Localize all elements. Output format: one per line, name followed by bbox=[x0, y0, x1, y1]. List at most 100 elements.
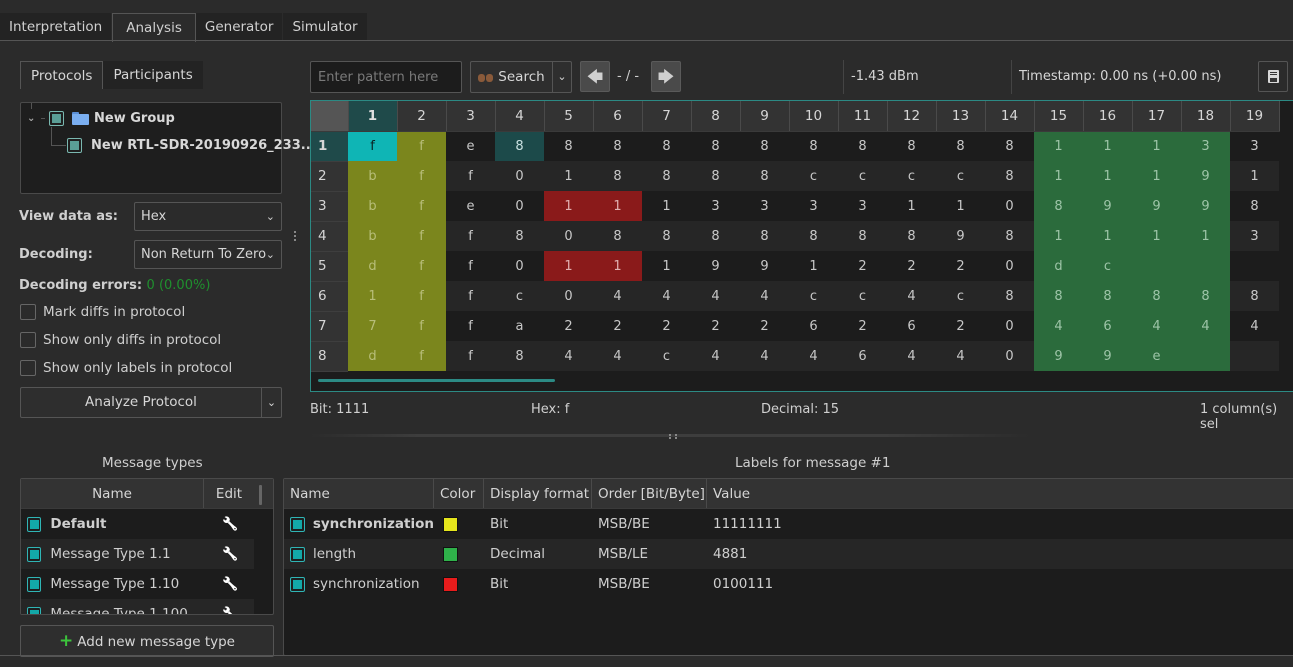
table-cell[interactable]: 4 bbox=[691, 281, 740, 311]
table-cell[interactable]: 2 bbox=[544, 311, 593, 341]
search-button[interactable]: Search bbox=[471, 62, 553, 92]
table-cell[interactable]: 8 bbox=[1034, 281, 1083, 311]
table-cell[interactable]: 8 bbox=[593, 161, 642, 191]
row-header[interactable]: 6 bbox=[311, 281, 348, 312]
protocol-tree[interactable]: ⌄ New Group New RTL-SDR-20190926_233... bbox=[20, 102, 316, 194]
table-cell[interactable]: 8 bbox=[838, 131, 887, 161]
table-cell[interactable]: f bbox=[348, 131, 397, 161]
message-type-row[interactable]: Message Type 1.100 🔧 bbox=[21, 599, 254, 614]
column-header[interactable]: 18 bbox=[1181, 101, 1231, 132]
tab-analysis[interactable]: Analysis bbox=[112, 13, 196, 42]
table-cell[interactable]: 9 bbox=[1181, 191, 1230, 221]
column-header[interactable]: 13 bbox=[936, 101, 986, 132]
color-swatch[interactable] bbox=[443, 576, 458, 592]
message-types-table[interactable]: Name Edit Default 🔧 Message Type 1.1 🔧 Messa… bbox=[20, 478, 274, 615]
table-row[interactable]: 61ffc04444cc4c888888 bbox=[311, 281, 1279, 312]
table-cell[interactable] bbox=[1230, 341, 1279, 371]
column-header[interactable]: 2 bbox=[397, 101, 447, 132]
table-cell[interactable]: 1 bbox=[1132, 221, 1181, 251]
table-cell[interactable]: 7 bbox=[348, 311, 397, 341]
table-cell[interactable]: 4 bbox=[593, 341, 642, 371]
table-cell[interactable]: 8 bbox=[740, 221, 789, 251]
search-mode-dropdown[interactable]: ⌄ bbox=[553, 62, 571, 92]
table-cell[interactable]: 8 bbox=[838, 221, 887, 251]
column-header[interactable]: 10 bbox=[789, 101, 839, 132]
table-cell[interactable]: 8 bbox=[740, 131, 789, 161]
wrench-icon[interactable]: 🔧 bbox=[206, 547, 254, 562]
table-cell[interactable]: 4 bbox=[1132, 311, 1181, 341]
table-cell[interactable]: 4 bbox=[544, 341, 593, 371]
label-order[interactable]: MSB/BE bbox=[592, 516, 707, 532]
tab-simulator[interactable]: Simulator bbox=[283, 13, 368, 41]
table-cell[interactable]: 8 bbox=[1083, 281, 1132, 311]
column-header[interactable]: 1 bbox=[348, 101, 398, 132]
splitter-grip[interactable] bbox=[669, 434, 677, 437]
label-color-cell[interactable] bbox=[434, 576, 484, 592]
view-data-as-select[interactable]: Hex ⌄ bbox=[134, 202, 282, 231]
table-cell[interactable]: 8 bbox=[887, 221, 936, 251]
table-cell[interactable]: 8 bbox=[1181, 281, 1230, 311]
table-cell[interactable]: 6 bbox=[838, 341, 887, 371]
table-cell[interactable]: d bbox=[348, 341, 397, 371]
table-cell[interactable]: 4 bbox=[789, 341, 838, 371]
table-cell[interactable] bbox=[1181, 341, 1230, 371]
message-type-checkbox[interactable] bbox=[27, 546, 42, 562]
label-row[interactable]: synchronization Bit MSB/BE 0100111 bbox=[284, 569, 1293, 599]
table-cell[interactable]: d bbox=[1034, 251, 1083, 281]
horizontal-scrollbar[interactable] bbox=[318, 379, 555, 382]
table-row[interactable]: 2bff018888cccc811191 bbox=[311, 161, 1279, 192]
column-header[interactable]: 8 bbox=[691, 101, 741, 132]
column-header[interactable]: 15 bbox=[1034, 101, 1084, 132]
table-cell[interactable]: 4 bbox=[740, 341, 789, 371]
table-cell[interactable]: 0 bbox=[495, 251, 544, 281]
table-cell[interactable]: 0 bbox=[544, 281, 593, 311]
table-cell[interactable]: 2 bbox=[838, 311, 887, 341]
next-result-button[interactable]: 🡆 bbox=[651, 61, 681, 92]
table-cell[interactable]: 4 bbox=[642, 281, 691, 311]
message-type-row[interactable]: Message Type 1.1 🔧 bbox=[21, 539, 254, 569]
table-cell[interactable]: 1 bbox=[544, 161, 593, 191]
table-cell[interactable]: 0 bbox=[495, 161, 544, 191]
table-cell[interactable]: 1 bbox=[593, 191, 642, 221]
table-cell[interactable]: 8 bbox=[789, 221, 838, 251]
table-cell[interactable]: 8 bbox=[1230, 191, 1279, 221]
table-cell[interactable]: 9 bbox=[1083, 191, 1132, 221]
table-cell[interactable]: 1 bbox=[1083, 221, 1132, 251]
table-cell[interactable]: 8 bbox=[495, 131, 544, 161]
table-cell[interactable]: 8 bbox=[642, 221, 691, 251]
table-cell[interactable]: 1 bbox=[593, 251, 642, 281]
table-cell[interactable]: 8 bbox=[985, 161, 1034, 191]
column-header-name[interactable]: Name bbox=[21, 479, 204, 508]
table-cell[interactable]: 8 bbox=[1132, 281, 1181, 311]
save-protocol-button[interactable] bbox=[1258, 61, 1288, 92]
table-cell[interactable]: f bbox=[397, 221, 446, 251]
table-cell[interactable]: d bbox=[348, 251, 397, 281]
table-cell[interactable]: 1 bbox=[1230, 161, 1279, 191]
label-name-cell[interactable]: synchronization bbox=[284, 516, 434, 532]
table-cell[interactable]: 8 bbox=[495, 221, 544, 251]
table-cell[interactable]: 2 bbox=[691, 311, 740, 341]
table-cell[interactable]: 2 bbox=[936, 311, 985, 341]
table-cell[interactable]: 8 bbox=[985, 131, 1034, 161]
table-cell[interactable]: c bbox=[838, 161, 887, 191]
table-cell[interactable]: 0 bbox=[985, 311, 1034, 341]
table-cell[interactable]: 9 bbox=[1083, 341, 1132, 371]
table-cell[interactable]: 3 bbox=[1230, 221, 1279, 251]
table-cell[interactable]: c bbox=[887, 161, 936, 191]
checkbox-box[interactable] bbox=[20, 332, 36, 348]
column-header[interactable]: 19 bbox=[1230, 101, 1280, 132]
table-cell[interactable]: 1 bbox=[1083, 131, 1132, 161]
row-header[interactable]: 2 bbox=[311, 161, 348, 192]
column-header-order[interactable]: Order [Bit/Byte] bbox=[592, 479, 707, 508]
message-type-checkbox[interactable] bbox=[27, 606, 42, 614]
table-cell[interactable]: f bbox=[397, 341, 446, 371]
table-cell[interactable]: 3 bbox=[1230, 131, 1279, 161]
show-only-diffs-checkbox[interactable]: Show only diffs in protocol bbox=[20, 332, 221, 348]
table-cell[interactable]: 4 bbox=[887, 281, 936, 311]
table-cell[interactable]: 1 bbox=[1034, 131, 1083, 161]
table-cell[interactable]: f bbox=[446, 341, 495, 371]
table-cell[interactable]: f bbox=[397, 191, 446, 221]
label-checkbox[interactable] bbox=[290, 576, 305, 592]
table-cell[interactable]: 4 bbox=[1034, 311, 1083, 341]
table-cell[interactable]: c bbox=[1083, 251, 1132, 281]
